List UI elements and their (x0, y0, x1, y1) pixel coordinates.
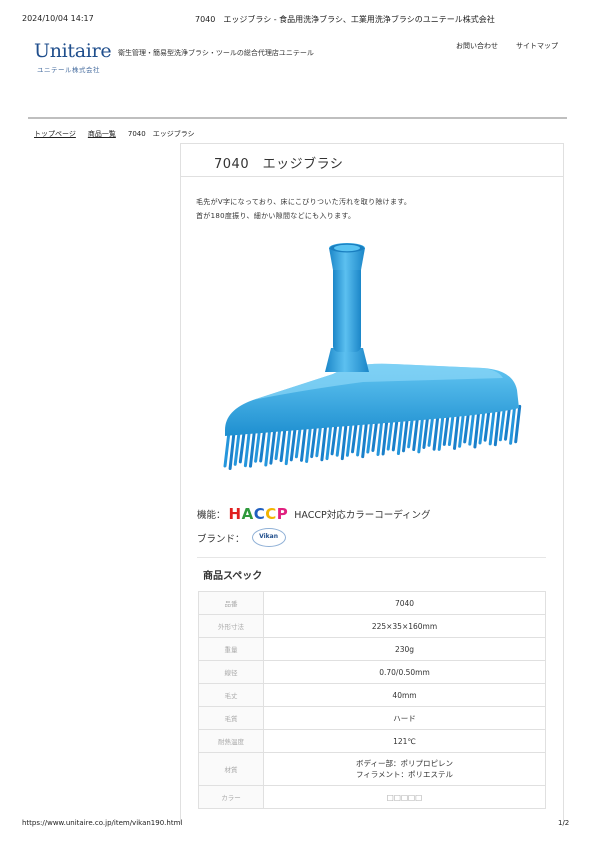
spec-row: カラー □□□□□ (198, 785, 546, 809)
haccp-letter: A (241, 505, 254, 523)
product-description-line-2: 首が180度振り、細かい隙間などにも入ります。 (196, 212, 356, 220)
haccp-letter: C (265, 505, 277, 523)
spec-value: 121℃ (263, 729, 546, 753)
product-title: 7040 エッジブラシ (214, 157, 344, 172)
spec-value-line-1: ボディー部：ポリプロピレン (356, 759, 453, 768)
spec-separator (197, 557, 546, 558)
print-datetime: 2024/10/04 14:17 (22, 14, 94, 23)
contact-link[interactable]: お問い合わせ (456, 41, 498, 51)
header-divider (28, 117, 567, 119)
product-panel: 7040 エッジブラシ 毛先がV字になっており、床にこびりついた汚れを取り除けま… (180, 143, 564, 824)
spec-row: 重量 230g (198, 637, 546, 661)
brand-label: ブランド： (197, 533, 245, 545)
spec-key: 毛質 (198, 706, 264, 730)
product-image (223, 243, 522, 471)
site-logo[interactable]: Unitaire (34, 40, 112, 62)
spec-key: 毛丈 (198, 683, 264, 707)
haccp-description: HACCP対応カラーコーディング (294, 510, 431, 521)
spec-row: 品番 7040 (198, 591, 546, 615)
feature-row: 機能： HACCP HACCP対応カラーコーディング (197, 505, 431, 523)
sitemap-link[interactable]: サイトマップ (516, 41, 558, 51)
spec-table: 品番 7040 外形寸法 225×35×160mm 重量 230g 線径 0.70/0.… (198, 591, 546, 809)
vikan-logo: Vikan (251, 528, 286, 547)
print-url: https://www.unitaire.co.jp/item/vikan190… (22, 819, 183, 827)
spec-heading: 商品スペック (203, 571, 263, 582)
breadcrumb-home[interactable]: トップページ (34, 129, 76, 139)
haccp-letter: P (276, 505, 289, 523)
product-title-bar: 7040 エッジブラシ (181, 144, 563, 177)
spec-row: 線径 0.70/0.50mm (198, 660, 546, 684)
breadcrumb: トップページ 商品一覧 7040 エッジブラシ (34, 129, 195, 139)
spec-value: □□□□□ (263, 785, 546, 809)
site-tagline: 衛生管理・簡易型洗浄ブラシ・ツールの総合代理店ユニテール (118, 49, 314, 57)
spec-key: 材質 (198, 752, 264, 786)
spec-key: 品番 (198, 591, 264, 615)
spec-key: 重量 (198, 637, 264, 661)
breadcrumb-products[interactable]: 商品一覧 (88, 129, 116, 139)
spec-key: 耐熱温度 (198, 729, 264, 753)
print-page-title: 7040 エッジブラシ - 食品用洗浄ブラシ、工業用洗浄ブラシのユニテール株式会… (195, 15, 495, 24)
spec-value: 0.70/0.50mm (263, 660, 546, 684)
spec-value-line-2: フィラメント：ポリエステル (355, 770, 454, 779)
spec-value: ハード (263, 706, 546, 730)
spec-row: 耐熱温度 121℃ (198, 729, 546, 753)
brand-row: ブランド： Vikan (197, 528, 286, 547)
print-page-number: 1/2 (558, 819, 570, 827)
feature-label: 機能： (197, 510, 226, 521)
spec-row: 外形寸法 225×35×160mm (198, 614, 546, 638)
spec-value: ボディー部：ポリプロピレン フィラメント：ポリエステル (263, 752, 546, 786)
spec-value: 230g (263, 637, 546, 661)
spec-row: 毛質 ハード (198, 706, 546, 730)
spec-value: 7040 (263, 591, 546, 615)
product-description-line-1: 毛先がV字になっており、床にこびりついた汚れを取り除けます。 (196, 198, 412, 206)
haccp-letter: C (253, 505, 266, 523)
haccp-logo: HACCP (229, 505, 289, 523)
spec-key: 線径 (198, 660, 264, 684)
spec-value: 225×35×160mm (263, 614, 546, 638)
site-logo-subtitle: ユニテール株式会社 (37, 66, 100, 74)
haccp-letter: H (228, 505, 242, 523)
breadcrumb-current: 7040 エッジブラシ (127, 130, 195, 138)
spec-key: カラー (198, 785, 264, 809)
spec-row: 毛丈 40mm (198, 683, 546, 707)
spec-key: 外形寸法 (198, 614, 264, 638)
spec-value: 40mm (263, 683, 546, 707)
spec-row: 材質 ボディー部：ポリプロピレン フィラメント：ポリエステル (198, 752, 546, 786)
